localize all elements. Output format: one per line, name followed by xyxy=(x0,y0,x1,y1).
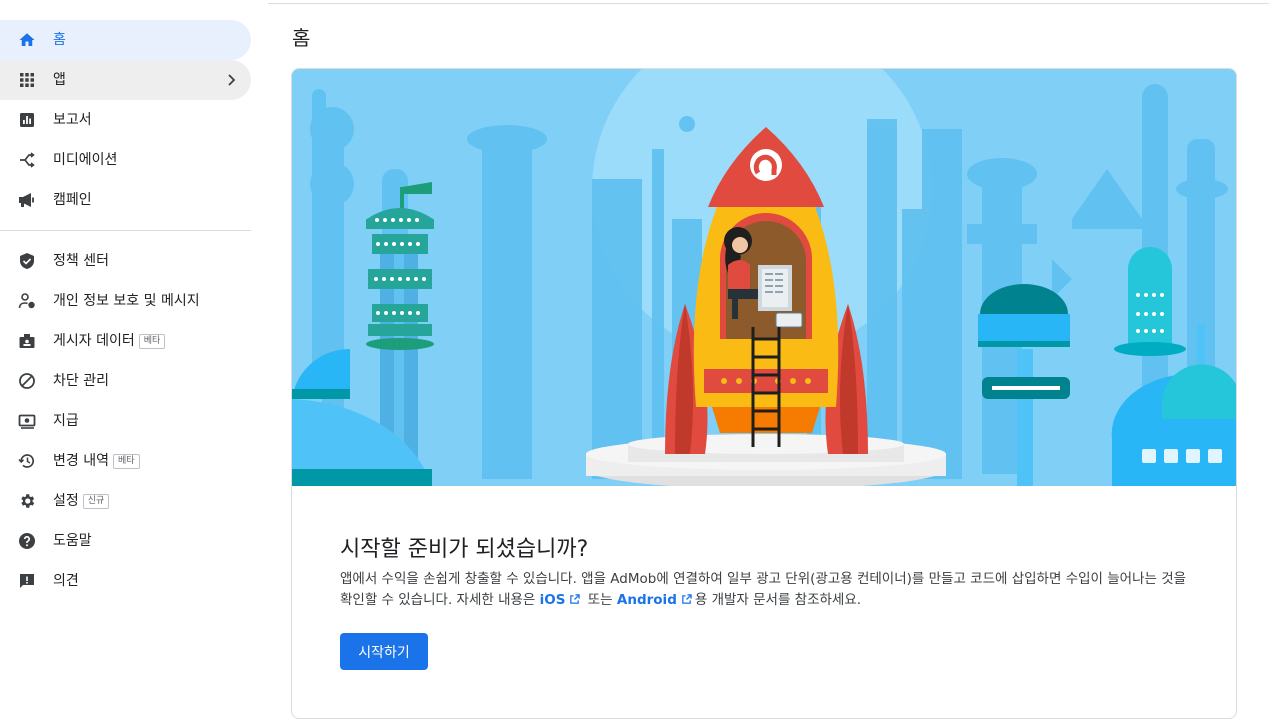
page-title: 홈 xyxy=(292,26,311,50)
open-in-new-icon xyxy=(570,594,581,604)
help-icon xyxy=(17,531,37,551)
top-divider xyxy=(268,3,1269,4)
sidebar-item-label-text: 변경 내역 xyxy=(53,453,109,469)
sidebar-item-reports[interactable]: 보고서 xyxy=(0,100,251,140)
history-icon xyxy=(17,451,37,471)
home-icon xyxy=(17,30,37,50)
rocket-illustration xyxy=(292,69,1236,486)
megaphone-icon xyxy=(17,190,37,210)
sidebar-item-help[interactable]: 도움말 xyxy=(0,521,251,561)
get-started-button[interactable]: 시작하기 xyxy=(340,633,428,670)
mediation-icon xyxy=(17,150,37,170)
android-link-text: Android xyxy=(616,592,677,608)
sidebar-item-label: 앱 xyxy=(53,72,66,88)
shield-check-icon xyxy=(17,251,37,271)
sidebar-divider xyxy=(0,230,251,231)
android-docs-link[interactable]: Android xyxy=(617,592,695,608)
sidebar-item-settings[interactable]: 설정 신규 xyxy=(0,481,251,521)
sidebar-item-label: 의견 xyxy=(53,573,79,589)
sidebar-item-payments[interactable]: 지급 xyxy=(0,401,251,441)
sidebar-item-label: 차단 관리 xyxy=(53,373,109,389)
sidebar-item-label-text: 게시자 데이터 xyxy=(53,333,135,349)
card-title: 시작할 준비가 되셨습니까? xyxy=(340,537,589,562)
privacy-person-icon xyxy=(17,291,37,311)
sidebar-item-privacy-messaging[interactable]: 개인 정보 보호 및 메시지 xyxy=(0,281,251,321)
sidebar-item-change-history[interactable]: 변경 내역 베타 xyxy=(0,441,251,481)
sidebar-item-policy-center[interactable]: 정책 센터 xyxy=(0,241,251,281)
sidebar-nav: 홈 앱 보고서 미디에이션 캠페인 정책 센터 개인 정보 보호 및 메시지 게… xyxy=(0,20,251,601)
beta-badge: 베타 xyxy=(138,334,166,349)
getting-started-card: 시작할 준비가 되셨습니까? 앱에서 수익을 손쉽게 창출할 수 있습니다. 앱… xyxy=(291,68,1237,719)
feedback-icon xyxy=(17,571,37,591)
sidebar: 홈 앱 보고서 미디에이션 캠페인 정책 센터 개인 정보 보호 및 메시지 게… xyxy=(0,0,268,727)
open-in-new-icon xyxy=(682,594,692,604)
card-body-text: 용 개발자 문서를 참조하세요. xyxy=(694,592,862,608)
sidebar-item-label: 정책 센터 xyxy=(53,253,109,269)
block-icon xyxy=(17,371,37,391)
sidebar-item-label: 홈 xyxy=(53,32,66,48)
sidebar-item-home[interactable]: 홈 xyxy=(0,20,251,60)
card-body-text: 또는 xyxy=(583,592,617,608)
sidebar-item-label: 미디에이션 xyxy=(53,152,118,168)
sidebar-item-label: 개인 정보 보호 및 메시지 xyxy=(53,293,200,309)
sidebar-item-label: 게시자 데이터 베타 xyxy=(53,321,166,361)
publisher-data-icon xyxy=(17,331,37,351)
sidebar-item-apps[interactable]: 앱 xyxy=(0,60,251,100)
sidebar-item-label: 도움말 xyxy=(53,533,92,549)
sidebar-item-blocking-controls[interactable]: 차단 관리 xyxy=(0,361,251,401)
card-description: 앱에서 수익을 손쉽게 창출할 수 있습니다. 앱을 AdMob에 연결하여 일… xyxy=(340,569,1190,611)
sidebar-item-label: 지급 xyxy=(53,413,79,429)
sidebar-item-publisher-data[interactable]: 게시자 데이터 베타 xyxy=(0,321,251,361)
report-chart-icon xyxy=(17,110,37,130)
sidebar-item-label-text: 설정 xyxy=(53,493,79,509)
sidebar-item-feedback[interactable]: 의견 xyxy=(0,561,251,601)
ios-docs-link[interactable]: iOS xyxy=(540,592,584,608)
gear-icon xyxy=(17,491,37,511)
sidebar-item-mediation[interactable]: 미디에이션 xyxy=(0,140,251,180)
payments-icon xyxy=(17,411,37,431)
sidebar-item-label: 캠페인 xyxy=(53,192,92,208)
chevron-right-icon[interactable] xyxy=(223,72,239,88)
beta-badge: 베타 xyxy=(112,454,140,469)
apps-grid-icon xyxy=(17,70,37,90)
sidebar-item-campaigns[interactable]: 캠페인 xyxy=(0,180,251,220)
sidebar-item-label: 변경 내역 베타 xyxy=(53,441,140,481)
sidebar-item-label: 설정 신규 xyxy=(53,481,110,521)
ios-link-text: iOS xyxy=(539,592,566,608)
sidebar-item-label: 보고서 xyxy=(53,112,92,128)
new-badge: 신규 xyxy=(82,494,110,509)
